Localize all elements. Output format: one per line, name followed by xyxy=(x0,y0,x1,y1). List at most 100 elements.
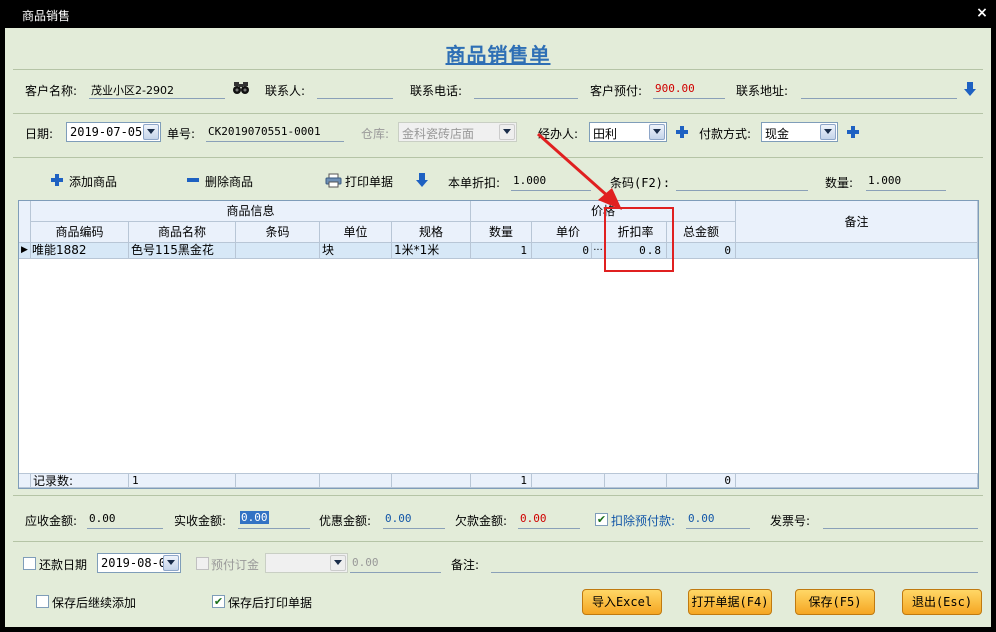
chevron-down-icon[interactable] xyxy=(649,124,665,140)
printer-icon[interactable] xyxy=(325,173,342,188)
receivable-label: 应收金额: xyxy=(25,514,78,528)
quantity-field[interactable]: 1.000 xyxy=(868,174,901,187)
chevron-down-icon[interactable] xyxy=(143,124,159,140)
deposit-underline xyxy=(350,572,441,573)
contact-label: 联系人: xyxy=(265,84,306,98)
chevron-down-icon xyxy=(499,124,515,140)
payment-value: 现金 xyxy=(765,127,790,141)
chevron-down-icon[interactable] xyxy=(163,555,179,571)
column-header-remarks: 备注 xyxy=(736,201,978,243)
customer-name-label: 客户名称: xyxy=(25,84,78,98)
prepay-label: 客户预付: xyxy=(590,84,643,98)
footer-qty-sum: 1 xyxy=(471,473,532,488)
deduct-prepay-checkbox[interactable]: ✔ xyxy=(595,513,608,526)
open-document-button[interactable]: 打开单据(F4) xyxy=(688,589,772,615)
print-after-save-checkbox[interactable]: ✔ xyxy=(212,595,225,608)
print-after-save-label[interactable]: 保存后打印单据 xyxy=(228,594,312,611)
phone-label: 联系电话: xyxy=(410,84,463,98)
repay-date-checkbox[interactable] xyxy=(23,557,36,570)
warehouse-value: 金科瓷砖店面 xyxy=(402,127,475,141)
order-no-value: CK2019070551-0001 xyxy=(208,125,321,138)
remark-label: 备注: xyxy=(451,558,480,572)
invoice-label: 发票号: xyxy=(770,514,811,528)
footer-cell xyxy=(532,473,605,488)
continue-add-checkbox[interactable] xyxy=(36,595,49,608)
discount-amount-label: 优惠金额: xyxy=(319,514,372,528)
payment-select[interactable]: 现金 xyxy=(761,122,838,142)
table-row-name[interactable]: 色号115黑金花 xyxy=(129,243,236,259)
table-row-barcode[interactable] xyxy=(236,243,320,259)
chevron-down-icon[interactable] xyxy=(820,124,836,140)
repay-date-label[interactable]: 还款日期 xyxy=(39,556,87,573)
download-icon[interactable] xyxy=(416,173,428,187)
received-label: 实收金额: xyxy=(174,514,227,528)
divider xyxy=(13,495,983,496)
address-underline xyxy=(801,98,957,99)
delete-product-button[interactable]: 删除商品 xyxy=(205,173,253,190)
date-picker[interactable]: 2019-07-05 xyxy=(66,122,161,142)
add-icon[interactable] xyxy=(51,174,63,186)
table-row-remark[interactable] xyxy=(736,243,978,259)
column-header-spec[interactable]: 规格 xyxy=(392,222,471,243)
binoculars-icon[interactable] xyxy=(233,81,249,95)
title-bar: 商品销售 × xyxy=(0,0,996,28)
row-header-corner xyxy=(19,201,31,243)
received-underline xyxy=(238,528,310,529)
column-header-barcode[interactable]: 条码 xyxy=(236,222,320,243)
divider xyxy=(13,541,983,542)
sales-window: 商品销售 × 商品销售单 客户名称: 茂业小区2-2902 联系人: 联系电话:… xyxy=(0,0,996,632)
product-grid[interactable]: 商品信息 价格 备注 商品编码 商品名称 条码 单位 规格 数量 单价 折扣率 … xyxy=(18,200,979,489)
expand-down-icon[interactable] xyxy=(964,82,976,96)
barcode-underline xyxy=(676,190,808,191)
deduct-prepay-label[interactable]: 扣除预付款: xyxy=(611,512,675,529)
table-row-code[interactable]: 唯能1882 xyxy=(31,243,129,259)
table-row-qty[interactable]: 1 xyxy=(471,243,532,259)
warehouse-select: 金科瓷砖店面 xyxy=(398,122,517,142)
chevron-down-icon xyxy=(330,555,346,571)
exit-button[interactable]: 退出(Esc) xyxy=(902,589,982,615)
order-discount-label: 本单折扣: xyxy=(448,176,501,190)
discount-amount-underline xyxy=(383,528,445,529)
deduct-prepay-value: 0.00 xyxy=(688,512,715,525)
save-button[interactable]: 保存(F5) xyxy=(795,589,875,615)
divider xyxy=(13,157,983,158)
deposit-label: 预付订金 xyxy=(211,558,260,572)
owed-label: 欠款金额: xyxy=(455,514,508,528)
table-row-price[interactable]: 0 xyxy=(532,243,592,259)
add-product-button[interactable]: 添加商品 xyxy=(69,173,117,190)
table-row-unit[interactable]: 块 xyxy=(320,243,392,259)
column-header-qty[interactable]: 数量 xyxy=(471,222,532,243)
continue-add-label[interactable]: 保存后继续添加 xyxy=(52,594,136,611)
column-header-name[interactable]: 商品名称 xyxy=(129,222,236,243)
footer-cell xyxy=(320,473,392,488)
column-header-code[interactable]: 商品编码 xyxy=(31,222,129,243)
deposit-value: 0.00 xyxy=(352,556,379,569)
minus-icon[interactable] xyxy=(187,178,199,182)
close-icon[interactable]: × xyxy=(974,5,990,21)
column-header-unit[interactable]: 单位 xyxy=(320,222,392,243)
table-row-total[interactable]: 0 xyxy=(667,243,736,259)
contact-underline xyxy=(317,98,393,99)
discount-amount-value: 0.00 xyxy=(385,512,412,525)
footer-total-sum: 0 xyxy=(667,473,736,488)
deposit-select xyxy=(265,553,348,573)
footer-cell xyxy=(392,473,471,488)
table-row-spec[interactable]: 1米*1米 xyxy=(392,243,471,259)
repay-date-picker[interactable]: 2019-08-04 xyxy=(97,553,181,573)
deposit-checkbox xyxy=(196,557,209,570)
column-header-total[interactable]: 总金额 xyxy=(667,222,736,243)
footer-corner xyxy=(19,473,31,488)
footer-cell xyxy=(236,473,320,488)
row-pointer-icon[interactable]: ▶ xyxy=(19,243,31,259)
owed-value: 0.00 xyxy=(520,512,547,525)
received-field[interactable]: 0.00 xyxy=(240,511,269,524)
add-payment-icon[interactable] xyxy=(847,126,859,138)
print-doc-button[interactable]: 打印单据 xyxy=(345,173,393,190)
receivable-underline xyxy=(87,528,163,529)
add-handler-icon[interactable] xyxy=(676,126,688,138)
footer-cell xyxy=(736,473,978,488)
import-excel-button[interactable]: 导入Excel xyxy=(582,589,662,615)
footer-cell xyxy=(605,473,667,488)
column-header-price[interactable]: 单价 xyxy=(532,222,605,243)
customer-name-field[interactable]: 茂业小区2-2902 xyxy=(91,82,174,98)
